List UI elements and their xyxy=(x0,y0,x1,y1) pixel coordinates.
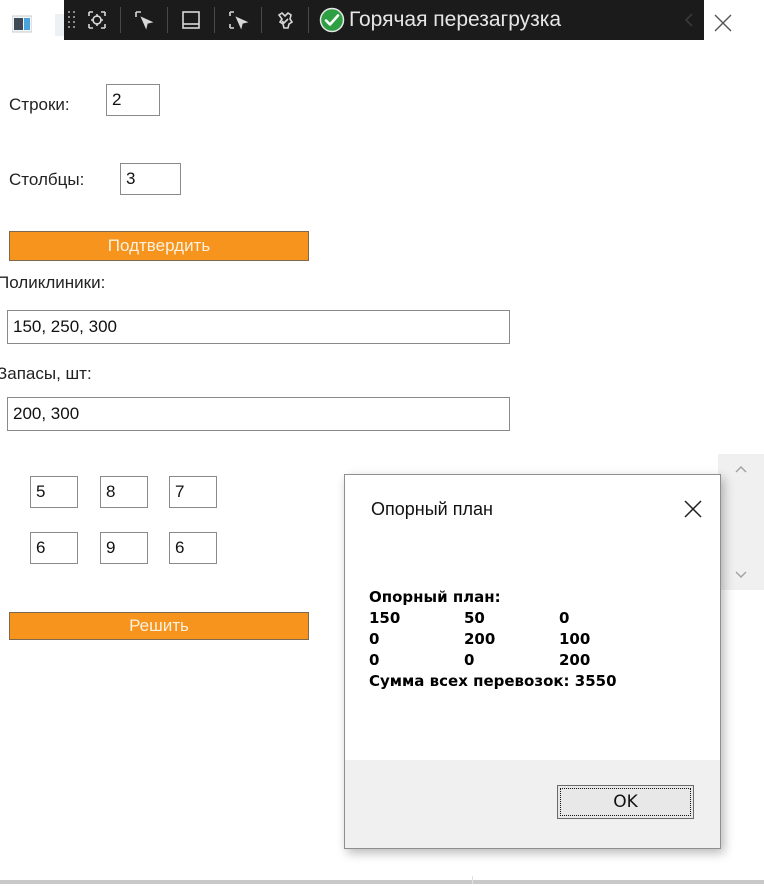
vertical-scrollbar[interactable] xyxy=(718,454,764,590)
plan-cell: 200 xyxy=(464,630,496,648)
matrix-cell-r1c1[interactable] xyxy=(30,476,78,508)
plan-row: 0 200 100 xyxy=(369,629,590,650)
hot-reload-ok-icon xyxy=(319,7,345,33)
clinics-input[interactable] xyxy=(7,310,510,344)
select-element-icon[interactable] xyxy=(80,3,114,37)
dialog-footer: OK xyxy=(345,760,720,848)
layout-adorner-icon[interactable] xyxy=(174,3,208,37)
support-plan-dialog: Опорный план Опорный план: 150 50 0 0 20… xyxy=(344,474,721,849)
pointer-select-icon[interactable] xyxy=(127,3,161,37)
plan-row: 0 0 200 xyxy=(369,650,590,671)
matrix-cell-r2c3[interactable] xyxy=(169,532,217,564)
plan-cell: 0 xyxy=(559,609,570,627)
cols-label: Столбцы: xyxy=(9,170,85,189)
plan-cell: 150 xyxy=(369,609,401,627)
matrix-cell-r1c3[interactable] xyxy=(169,476,217,508)
window-bottom-edge xyxy=(0,880,764,884)
drag-handle-icon[interactable] xyxy=(64,3,80,37)
app-icon xyxy=(11,14,33,34)
cols-input[interactable] xyxy=(120,163,181,195)
plan-cell: 0 xyxy=(369,651,380,669)
window-close-icon[interactable] xyxy=(705,8,741,38)
hot-reload-toolbar: Горячая перезагрузка xyxy=(64,0,704,40)
scroll-down-icon[interactable] xyxy=(718,560,764,590)
hot-reload-label: Горячая перезагрузка xyxy=(349,8,562,31)
plan-cell: 0 xyxy=(369,630,380,648)
plan-cell: 50 xyxy=(464,609,485,627)
confirm-button[interactable]: Подтвердить xyxy=(9,231,309,261)
stock-input[interactable] xyxy=(7,397,510,431)
hot-reload-button[interactable]: Горячая перезагрузка xyxy=(315,0,561,40)
plan-cell: 100 xyxy=(559,630,591,648)
ok-button-label: OK xyxy=(560,788,691,816)
solve-button[interactable]: Решить xyxy=(9,612,309,640)
rows-input[interactable] xyxy=(106,84,160,116)
dialog-close-icon[interactable] xyxy=(681,497,705,521)
matrix-cell-r2c1[interactable] xyxy=(30,532,78,564)
display-settings-icon[interactable] xyxy=(268,3,302,37)
stock-label: Запасы, шт: xyxy=(0,364,92,383)
plan-table: 150 50 0 0 200 100 0 0 200 xyxy=(369,608,590,671)
rows-label: Строки: xyxy=(9,95,70,114)
ok-button[interactable]: OK xyxy=(557,785,694,819)
window-bottom-divider xyxy=(472,876,473,884)
plan-summary: Сумма всех перевозок: 3550 xyxy=(369,672,617,690)
plan-heading: Опорный план: xyxy=(369,588,501,606)
scroll-up-icon[interactable] xyxy=(718,454,764,484)
dialog-title: Опорный план xyxy=(371,499,493,519)
plan-cell: 200 xyxy=(559,651,591,669)
dialog-message: Опорный план: 150 50 0 0 200 100 0 0 200… xyxy=(369,587,617,692)
clinics-label: Поликлиники: xyxy=(0,273,106,292)
collapse-toolbar-icon[interactable] xyxy=(674,0,704,40)
plan-row: 150 50 0 xyxy=(369,608,590,629)
matrix-cell-r2c2[interactable] xyxy=(100,532,148,564)
plan-cell: 0 xyxy=(464,651,475,669)
track-focus-icon[interactable] xyxy=(221,3,255,37)
matrix-cell-r1c2[interactable] xyxy=(100,476,148,508)
